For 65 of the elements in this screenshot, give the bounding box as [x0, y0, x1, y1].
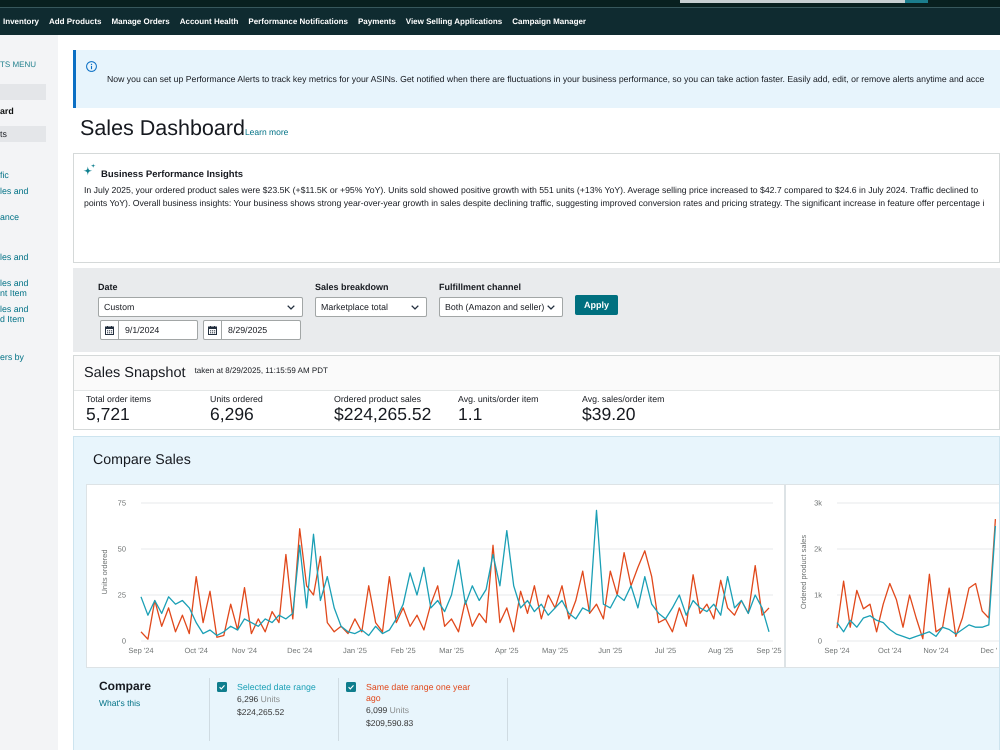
units-text: 6,099 Units	[366, 704, 410, 716]
search-button[interactable]	[905, 0, 928, 3]
checkbox[interactable]	[217, 682, 227, 692]
menu-link[interactable]: les and	[0, 186, 28, 196]
filter-label: Fulfillment channel	[439, 282, 522, 292]
filter-dropdown[interactable]: Marketplace total	[315, 297, 427, 317]
checkbox[interactable]	[346, 682, 356, 692]
sales-text: $209,590.83	[366, 716, 414, 729]
snapshot-timestamp: taken at 8/29/2025, 11:15:59 AM PDT	[194, 366, 328, 376]
metric-value: 5,721	[86, 404, 130, 424]
date-dropdown[interactable]: Custom	[98, 297, 303, 317]
nav-link[interactable]: View Selling Applications	[406, 16, 502, 26]
compare-heading: Compare	[99, 679, 152, 693]
metric-value: 1.1	[458, 404, 482, 424]
sparkle-icon	[83, 163, 96, 176]
insights-text: In July 2025, your ordered product sales were $23.5K (+$11.5K or +95% YoY). Units sold showed positive growth with 551 units (+13% YoY). Average selling price increased to $42.7 compared to $24.6 in July 2024. Traffic declined to	[84, 184, 978, 197]
apply-button[interactable]: Apply	[575, 295, 618, 315]
date-field[interactable]: 9/1/2024	[100, 320, 198, 340]
calendar-icon	[208, 326, 217, 334]
info-icon	[86, 61, 97, 72]
metric-value: $39.20	[582, 404, 636, 424]
compare-sales-title: Compare Sales	[93, 451, 191, 469]
nav-link[interactable]: Inventory	[3, 16, 40, 26]
nav-link[interactable]: Performance Notifications	[248, 16, 348, 26]
page-title: Sales Dashboard	[80, 115, 245, 142]
nav-link[interactable]: Campaign Manager	[512, 16, 586, 26]
snapshot-title: Sales Snapshot	[84, 364, 186, 382]
menu-link[interactable]: fic	[0, 170, 9, 180]
units-text: 6,296 Units	[237, 693, 280, 706]
metric-label: Total order items	[86, 394, 152, 404]
chevron-down-icon	[547, 304, 555, 310]
menu-heading: TS MENU	[0, 60, 36, 70]
banner-text: Now you can set up Performance Alerts to track key metrics for your ASINs. Get notified when there are fluctuations in your business performance, so you can take action faster. Easily add, edit, or remove alerts anytime and acce	[107, 74, 984, 85]
menu-link[interactable]: les and	[0, 252, 28, 262]
sales-text: $224,265.52	[237, 706, 284, 718]
filter-label: Date	[98, 282, 118, 292]
calendar-icon	[105, 326, 114, 334]
filter-label: Sales breakdown	[315, 282, 389, 292]
metric-label: Ordered product sales	[334, 394, 422, 404]
menu-link[interactable]: ance	[0, 212, 20, 222]
menu-link[interactable]: les and nt Item	[0, 278, 33, 298]
metric-label: Units ordered	[210, 394, 263, 404]
insights-text: points YoY). Overall business insights: Your business shows strong year-over-year growth in sales despite declining traffic, suggesting improved conversion rates and pricing strategy. The significant increase in feature offer percentage i	[84, 197, 984, 210]
chevron-down-icon	[411, 304, 419, 310]
insights-title: Business Performance Insights	[101, 169, 244, 181]
metric-value: $224,265.52	[334, 404, 432, 424]
whats-this-link[interactable]: What's this	[99, 698, 140, 709]
series-label: Same date range one year ago	[366, 682, 472, 704]
filter-dropdown[interactable]: Both (Amazon and seller)	[439, 297, 563, 317]
metric-label: Avg. units/order item	[458, 394, 539, 404]
nav-link[interactable]: Account Health	[180, 16, 238, 26]
nav-link[interactable]: Payments	[358, 16, 396, 26]
metric-label: Avg. sales/order item	[582, 394, 664, 404]
menu-section[interactable]: ts	[0, 126, 46, 142]
learn-more-link[interactable]: Learn more	[244, 127, 288, 138]
search-field[interactable]	[680, 0, 905, 3]
chevron-down-icon	[287, 304, 295, 310]
series-label: Selected date range	[237, 682, 316, 693]
menu-link[interactable]: ers by	[0, 352, 24, 362]
menu-link[interactable]: ard	[0, 106, 14, 116]
nav-link[interactable]: Manage Orders	[111, 16, 170, 26]
date-field[interactable]: 8/29/2025	[203, 320, 301, 340]
nav-link[interactable]: Add Products	[49, 16, 102, 26]
menu-link[interactable]: les and d Item	[0, 304, 33, 324]
metric-value: 6,296	[210, 404, 254, 424]
